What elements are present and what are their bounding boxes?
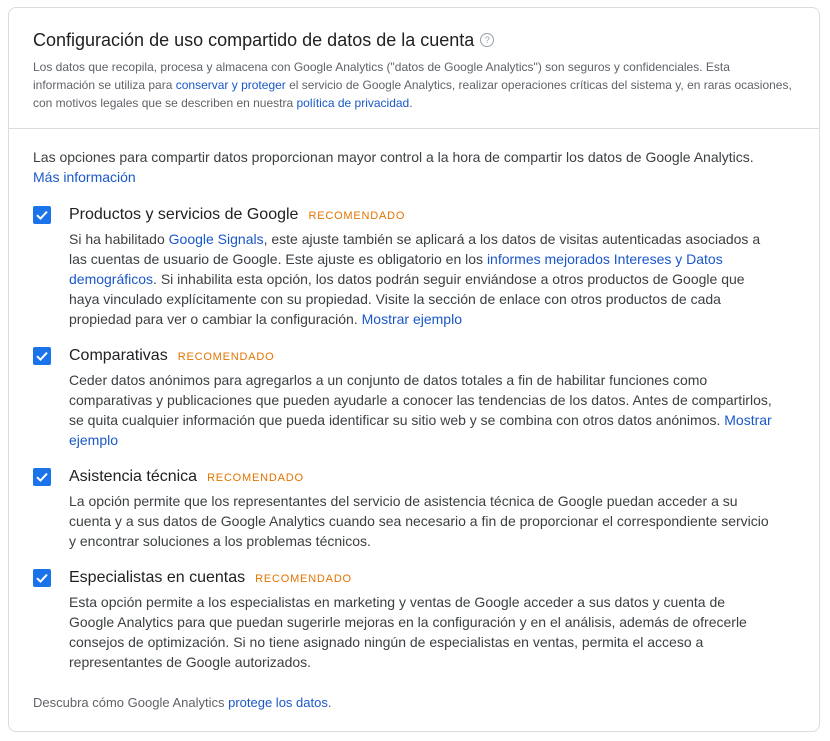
intro-text: Las opciones para compartir datos propor…	[33, 147, 795, 187]
option-title-row: Especialistas en cuentas RECOMENDADO	[69, 567, 773, 589]
recommended-badge: RECOMENDADO	[308, 210, 406, 222]
option-title: Asistencia técnica	[69, 468, 198, 485]
check-icon	[36, 210, 48, 221]
show-example-link[interactable]: Mostrar ejemplo	[362, 311, 462, 327]
option-google-products: Productos y servicios de Google RECOMEND…	[33, 204, 795, 329]
card-body: Las opciones para compartir datos propor…	[9, 129, 819, 713]
google-products-checkbox[interactable]	[33, 206, 51, 224]
header-desc-text-3: .	[409, 96, 413, 110]
option-title-row: Productos y servicios de Google RECOMEND…	[69, 204, 773, 226]
check-icon	[36, 573, 48, 584]
check-icon	[36, 472, 48, 483]
help-icon[interactable]: ?	[480, 33, 495, 47]
header-description: Los datos que recopila, procesa y almace…	[33, 58, 795, 112]
protect-data-link[interactable]: protege los datos	[228, 695, 328, 710]
conserve-protect-link[interactable]: conservar y proteger	[176, 78, 286, 92]
option-title-row: Asistencia técnica RECOMENDADO	[69, 466, 773, 488]
desc-text: Ceder datos anónimos para agregarlos a u…	[69, 372, 772, 428]
recommended-badge: RECOMENDADO	[255, 573, 352, 585]
option-content: Asistencia técnica RECOMENDADO La opción…	[69, 466, 773, 551]
option-content: Productos y servicios de Google RECOMEND…	[69, 204, 773, 329]
footer-text: Descubra cómo Google Analytics protege l…	[33, 693, 795, 713]
recommended-badge: RECOMENDADO	[177, 351, 275, 363]
footer-text-body: Descubra cómo Google Analytics	[33, 695, 229, 710]
option-title: Especialistas en cuentas	[69, 569, 246, 586]
option-title: Productos y servicios de Google	[69, 206, 299, 223]
desc-text: Si ha habilitado	[69, 231, 169, 247]
footer-period: .	[327, 695, 332, 710]
technical-support-checkbox[interactable]	[33, 468, 51, 486]
option-content: Especialistas en cuentas RECOMENDADO Est…	[69, 567, 773, 672]
title-row: Configuración de uso compartido de datos…	[33, 28, 795, 52]
recommended-badge: RECOMENDADO	[207, 472, 304, 484]
option-description: La opción permite que los representantes…	[69, 493, 769, 549]
option-description: Esta opción permite a los especialistas …	[69, 594, 747, 670]
card-header: Configuración de uso compartido de datos…	[9, 8, 819, 129]
option-title: Comparativas	[69, 347, 168, 364]
google-signals-link[interactable]: Google Signals	[169, 231, 264, 247]
intro-text-body: Las opciones para compartir datos propor…	[33, 149, 754, 165]
option-account-specialists: Especialistas en cuentas RECOMENDADO Est…	[33, 567, 795, 672]
check-icon	[36, 351, 48, 362]
data-sharing-settings-card: Configuración de uso compartido de datos…	[8, 7, 820, 732]
option-description: Ceder datos anónimos para agregarlos a u…	[69, 370, 773, 450]
option-title-row: Comparativas RECOMENDADO	[69, 345, 773, 367]
option-description: Si ha habilitado Google Signals, este aj…	[69, 229, 773, 329]
privacy-policy-link[interactable]: política de privacidad	[297, 96, 410, 110]
option-content: Comparativas RECOMENDADO Ceder datos anó…	[69, 345, 773, 450]
page-title: Configuración de uso compartido de datos…	[33, 30, 475, 50]
account-specialists-checkbox[interactable]	[33, 569, 51, 587]
more-info-link[interactable]: Más información	[33, 169, 136, 185]
option-technical-support: Asistencia técnica RECOMENDADO La opción…	[33, 466, 795, 551]
option-benchmarking: Comparativas RECOMENDADO Ceder datos anó…	[33, 345, 795, 450]
benchmarking-checkbox[interactable]	[33, 347, 51, 365]
